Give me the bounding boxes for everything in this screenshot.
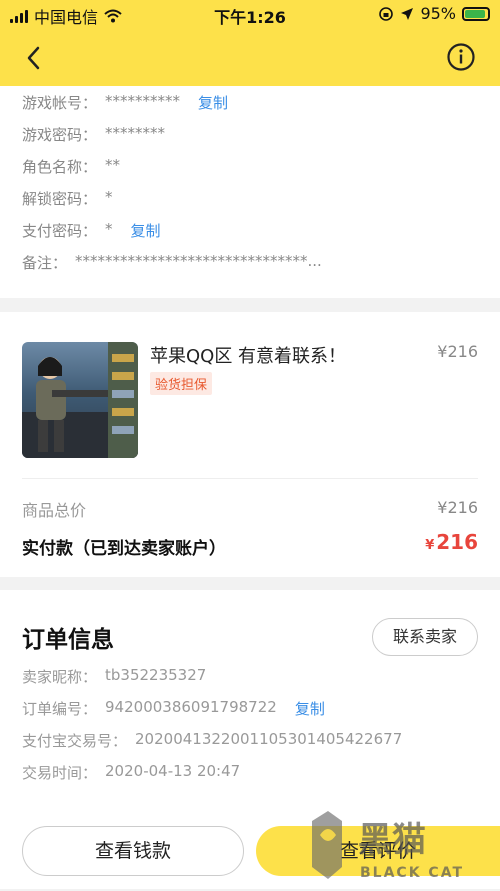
divider: [22, 478, 478, 479]
back-icon[interactable]: [18, 40, 54, 76]
total-price-value: ¥216: [437, 498, 478, 517]
watermark-cn-text: 黑猫: [358, 820, 426, 860]
order-row: 订单编号： 942000386091798722 复制: [22, 698, 325, 719]
row-value: **: [105, 156, 121, 174]
nav-bar: [0, 36, 500, 80]
paid-amount-number: 216: [436, 530, 478, 554]
info-icon[interactable]: [446, 42, 476, 72]
account-row: 游戏帐号： ********** 复制: [22, 92, 228, 113]
row-value: 942000386091798722: [105, 698, 277, 716]
black-cat-logo-icon: 黑猫 BLACK CAT: [312, 811, 464, 881]
row-label: 订单编号：: [22, 700, 98, 718]
row-value: ********: [105, 124, 166, 142]
row-value: *: [105, 220, 113, 238]
total-price-label: 商品总价: [22, 501, 87, 520]
battery-icon: [462, 6, 490, 21]
account-row: 解锁密码： *: [22, 188, 113, 209]
goods-price: ¥216: [437, 342, 478, 361]
account-row: 支付密码： * 复制: [22, 220, 161, 241]
row-label: 游戏密码：: [22, 126, 98, 144]
copy-account-link[interactable]: 复制: [198, 92, 228, 113]
header-bar: 中国电信 下午1:26 95%: [0, 0, 500, 86]
row-value: **********: [105, 92, 181, 110]
paid-amount-value: ¥216: [425, 530, 478, 554]
row-label: 支付宝交易号：: [22, 732, 128, 750]
currency-symbol: ¥: [425, 538, 435, 553]
account-row: 角色名称： **: [22, 156, 120, 177]
status-bar: 中国电信 下午1:26 95%: [0, 0, 500, 28]
row-value: *******************************...: [75, 252, 322, 270]
row-label: 角色名称：: [22, 158, 98, 176]
battery-percent: 95%: [420, 4, 456, 23]
copy-order-number-link[interactable]: 复制: [295, 698, 325, 719]
goods-card: 苹果QQ区 有意着联系！ ¥216 验货担保 商品总价 ¥216 实付款（已到达…: [0, 312, 500, 577]
order-row: 支付宝交易号： 2020041322001105301405422677: [22, 730, 402, 751]
copy-pay-password-link[interactable]: 复制: [131, 220, 161, 241]
row-value: tb352235327: [105, 666, 207, 684]
view-money-button[interactable]: 查看钱款: [22, 826, 244, 876]
black-cat-watermark: 黑猫 BLACK CAT: [308, 807, 496, 887]
row-label: 卖家昵称：: [22, 668, 98, 686]
row-label: 支付密码：: [22, 222, 98, 240]
inspection-guarantee-badge: 验货担保: [150, 372, 213, 395]
order-row: 交易时间： 2020-04-13 20:47: [22, 762, 240, 783]
order-info-title: 订单信息: [22, 627, 114, 653]
row-label: 解锁密码：: [22, 190, 98, 208]
contact-seller-button[interactable]: 联系卖家: [372, 618, 478, 656]
row-label: 备注：: [22, 254, 68, 272]
row-value: 2020041322001105301405422677: [135, 730, 403, 748]
paid-amount-label: 实付款（已到达卖家账户）: [22, 539, 226, 559]
row-value: *: [105, 188, 113, 206]
row-label: 游戏帐号：: [22, 94, 98, 112]
location-icon: [401, 7, 414, 20]
account-info-card: 游戏帐号： ********** 复制 游戏密码： ******** 角色名称：…: [0, 86, 500, 298]
status-right: 95%: [378, 4, 490, 23]
row-label: 交易时间：: [22, 764, 98, 782]
watermark-en-text: BLACK CAT: [360, 865, 464, 881]
account-row: 游戏密码： ********: [22, 124, 165, 145]
game-character-image: [22, 342, 138, 458]
goods-title[interactable]: 苹果QQ区 有意着联系！: [150, 342, 346, 368]
goods-thumbnail[interactable]: [22, 342, 138, 458]
row-value: 2020-04-13 20:47: [105, 762, 241, 780]
order-row: 卖家昵称： tb352235327: [22, 666, 206, 687]
rotation-lock-icon: [379, 6, 394, 21]
account-row: 备注： *******************************...: [22, 252, 322, 273]
